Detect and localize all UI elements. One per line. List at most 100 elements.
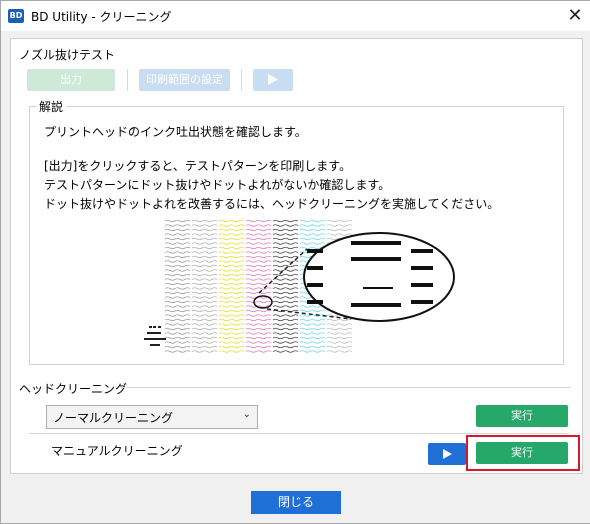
pattern-line xyxy=(191,219,218,223)
pattern-line xyxy=(326,323,353,326)
play-button[interactable] xyxy=(253,69,293,91)
pattern-line xyxy=(164,233,191,236)
pattern-line xyxy=(218,219,245,223)
execute-button[interactable]: 実行 xyxy=(476,405,568,427)
pattern-line xyxy=(191,318,218,322)
pattern-line xyxy=(272,314,299,317)
pattern-line xyxy=(191,345,218,349)
pattern-line xyxy=(191,242,218,245)
pattern-line xyxy=(191,260,218,263)
app-logo-icon: BD xyxy=(8,9,24,23)
pattern-line xyxy=(245,282,272,286)
pattern-line xyxy=(326,345,353,349)
pattern-line xyxy=(299,336,326,340)
pattern-line xyxy=(191,273,218,277)
pattern-line xyxy=(218,228,245,232)
manual-cleaning-label: マニュアルクリーニング xyxy=(51,444,183,458)
pattern-line xyxy=(272,327,299,331)
pattern-line xyxy=(191,305,218,308)
pattern-line xyxy=(218,273,245,277)
nozzle-test-title: ノズル抜けテスト xyxy=(19,48,116,62)
pattern-line xyxy=(299,219,326,223)
pattern-line xyxy=(164,350,191,353)
pattern-line xyxy=(218,291,245,295)
pattern-line xyxy=(299,350,326,353)
pattern-line xyxy=(191,323,218,326)
zoom-line-top xyxy=(258,248,308,294)
pattern-line xyxy=(272,242,299,245)
pattern-line xyxy=(326,228,353,232)
pattern-line xyxy=(218,332,245,335)
output-button[interactable]: 出力 xyxy=(27,69,115,91)
pattern-line xyxy=(191,341,218,344)
explanation-legend: 解説 xyxy=(36,98,67,115)
pattern-line xyxy=(245,345,272,349)
pattern-line xyxy=(299,327,326,331)
pattern-line xyxy=(245,341,272,344)
cleaning-mode-value: ノーマルクリーニング xyxy=(53,411,174,425)
pattern-line xyxy=(164,318,191,322)
pattern-line xyxy=(272,219,299,223)
pattern-line xyxy=(164,341,191,344)
pattern-line xyxy=(245,242,272,245)
pattern-line xyxy=(218,350,245,353)
pattern-line xyxy=(218,323,245,326)
cleaning-window: BD BD Utility - クリーニング ✕ ノズル抜けテスト 出力 印刷範… xyxy=(0,0,590,524)
pattern-line xyxy=(164,264,191,268)
pattern-line xyxy=(245,228,272,232)
pattern-line xyxy=(245,233,272,236)
pattern-line xyxy=(218,282,245,286)
pattern-line xyxy=(218,305,245,308)
pattern-line xyxy=(272,278,299,281)
pattern-line xyxy=(245,251,272,254)
pattern-line xyxy=(245,246,272,250)
head-cleaning-title: ヘッドクリーニング xyxy=(19,382,128,396)
pattern-line xyxy=(164,273,191,277)
pattern-line xyxy=(245,260,272,263)
pattern-line xyxy=(218,224,245,227)
pattern-line xyxy=(164,291,191,295)
pattern-line xyxy=(191,300,218,304)
pattern-line xyxy=(272,350,299,353)
pattern-line xyxy=(191,246,218,250)
pattern-line xyxy=(245,332,272,335)
pattern-line xyxy=(245,350,272,353)
test-pattern-illustration xyxy=(144,219,455,353)
pattern-line xyxy=(191,336,218,340)
cleaning-mode-select[interactable]: ノーマルクリーニング ⌄ xyxy=(46,405,258,429)
close-icon[interactable]: ✕ xyxy=(563,4,587,28)
pattern-line xyxy=(326,318,353,322)
pattern-line xyxy=(218,264,245,268)
pattern-line xyxy=(326,327,353,331)
pattern-line xyxy=(245,323,272,326)
pattern-line xyxy=(164,242,191,245)
close-button[interactable]: 閉じる xyxy=(251,491,341,514)
pattern-line xyxy=(299,341,326,344)
pattern-line xyxy=(191,228,218,232)
pattern-line xyxy=(245,291,272,295)
pattern-line xyxy=(218,341,245,344)
pattern-line xyxy=(245,318,272,322)
pattern-line xyxy=(164,255,191,259)
pattern-line xyxy=(272,318,299,322)
manual-play-button[interactable] xyxy=(428,443,466,465)
pattern-line xyxy=(191,255,218,259)
pattern-line xyxy=(164,336,191,340)
pattern-line xyxy=(245,219,272,223)
pattern-line xyxy=(164,314,191,317)
pattern-line xyxy=(164,296,191,299)
pattern-line xyxy=(299,242,326,245)
pattern-line xyxy=(164,287,191,290)
pattern-line xyxy=(272,300,299,304)
pattern-line xyxy=(272,296,299,299)
print-range-button[interactable]: 印刷範囲の設定 xyxy=(139,69,230,91)
pattern-line xyxy=(218,242,245,245)
pattern-line xyxy=(245,264,272,268)
pattern-line xyxy=(164,345,191,349)
pattern-line xyxy=(191,332,218,335)
pattern-line xyxy=(218,327,245,331)
pattern-line xyxy=(164,327,191,331)
play-icon xyxy=(442,449,452,459)
pattern-line xyxy=(164,260,191,263)
pattern-line xyxy=(164,237,191,241)
